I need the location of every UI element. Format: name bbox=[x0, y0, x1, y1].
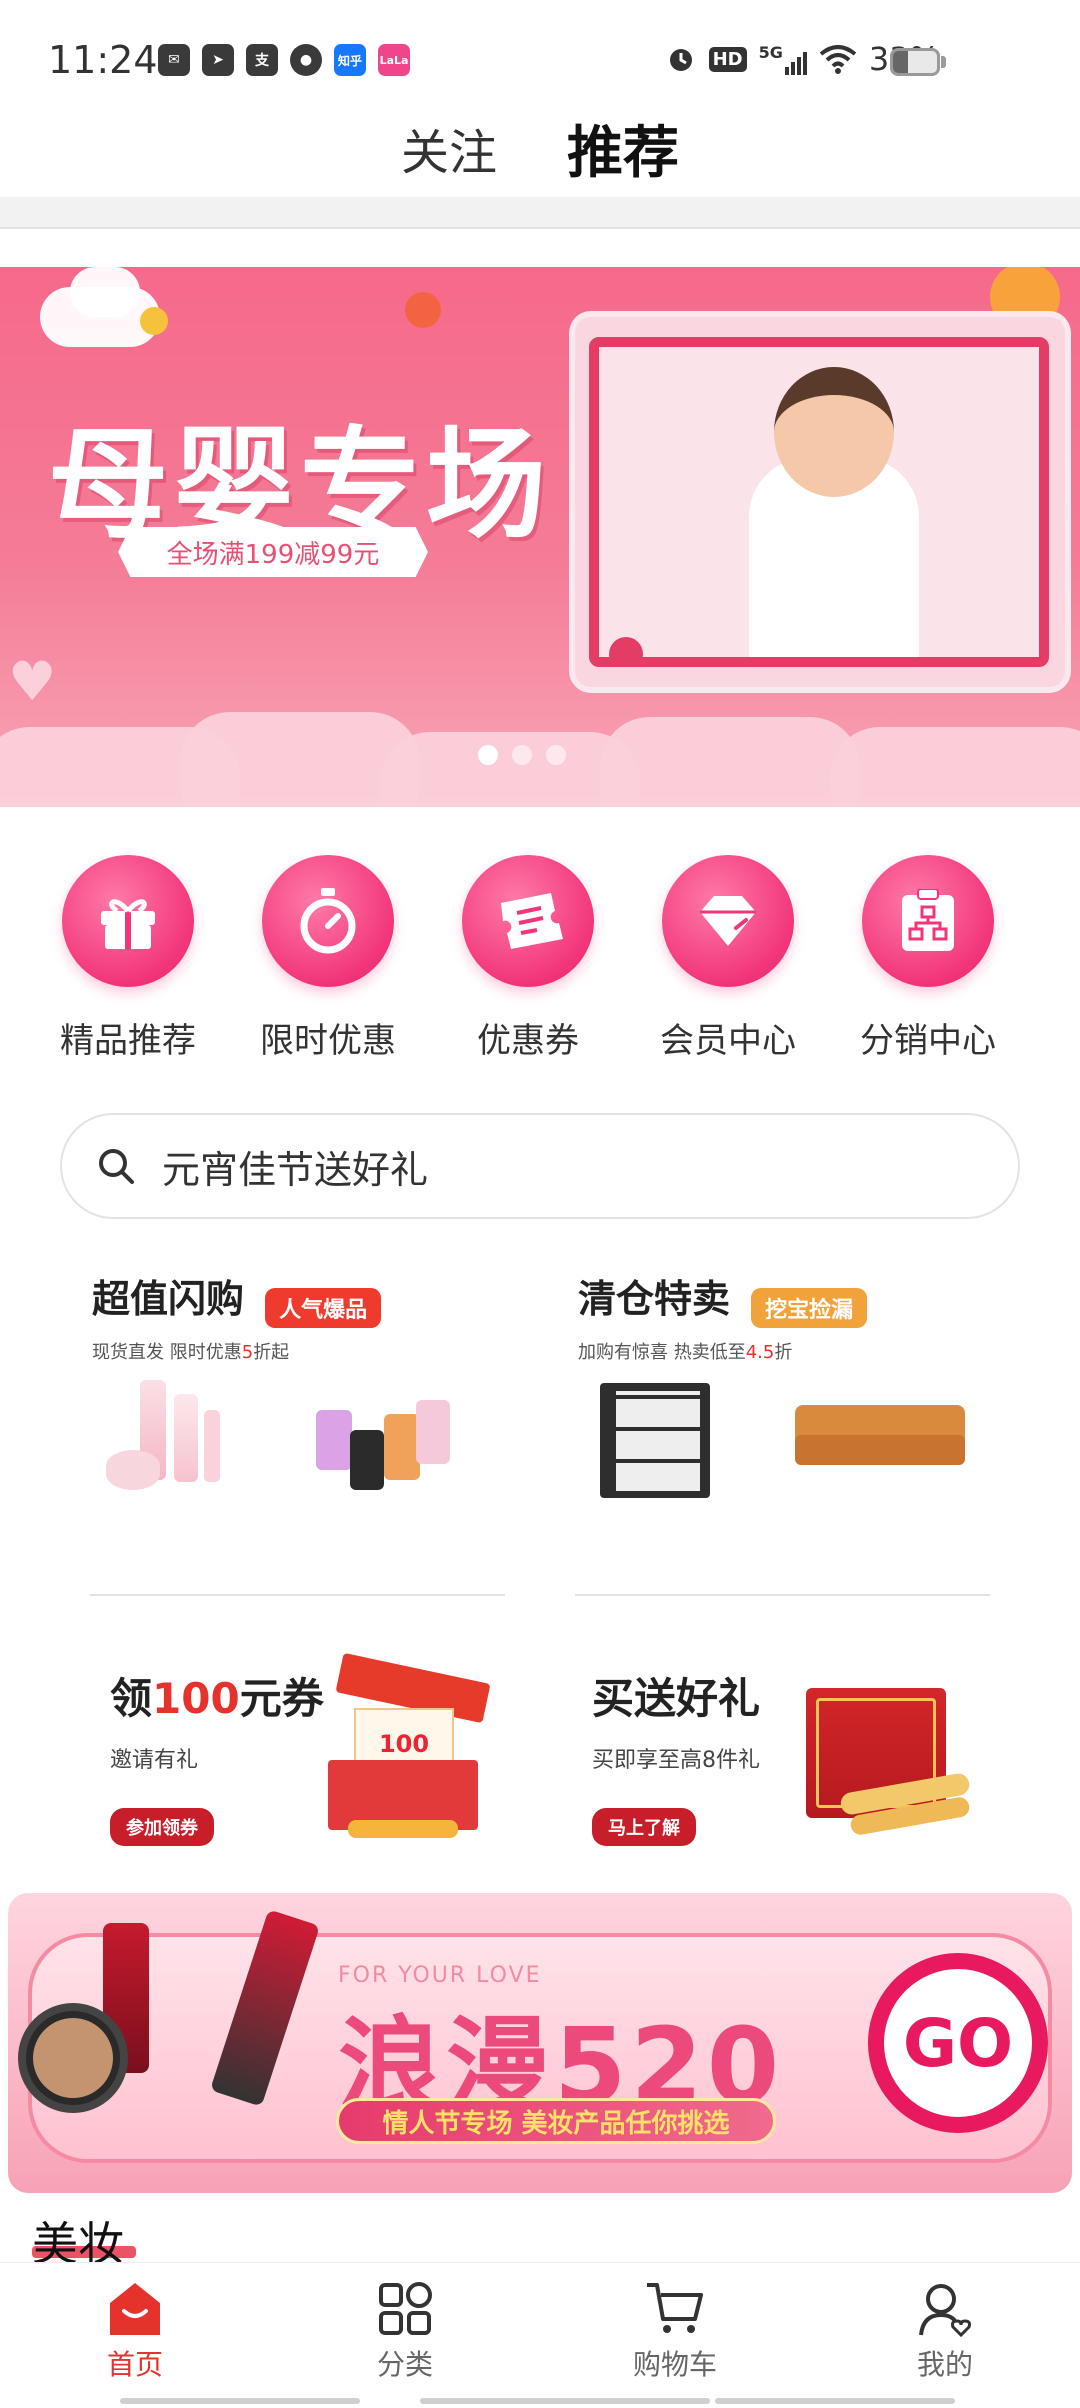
coupon-title: 领100元券 bbox=[110, 1674, 324, 1723]
nav-label: 分类 bbox=[376, 2348, 433, 2381]
promo-subtitle: 加购有惊喜 热卖低至4.5折 bbox=[578, 1341, 793, 1363]
mail-icon: ✉ bbox=[158, 44, 190, 76]
quick-item-label: 分销中心 bbox=[860, 1021, 996, 1061]
tab-recommend[interactable]: 推荐 bbox=[567, 108, 679, 189]
promo-title: 清仓特卖 bbox=[578, 1277, 731, 1321]
org-chart-icon bbox=[862, 855, 994, 987]
skincare-product-image[interactable] bbox=[100, 1380, 250, 1500]
quick-item-coupons[interactable]: 优惠券 bbox=[438, 855, 618, 1062]
perfume-product-image[interactable] bbox=[310, 1390, 460, 1500]
nav-cart[interactable]: 购物车 bbox=[595, 2281, 755, 2383]
profile-icon bbox=[919, 2284, 971, 2337]
orb-decoration bbox=[140, 307, 168, 335]
promo-tag: 人气爆品 bbox=[265, 1287, 382, 1328]
quick-item-label: 精品推荐 bbox=[60, 1021, 196, 1061]
promo-gift[interactable]: 买送好礼 买即享至高8件礼 马上了解 bbox=[592, 1665, 760, 1846]
quick-item-flash-sale[interactable]: 限时优惠 bbox=[238, 855, 418, 1062]
gift-box-icon bbox=[62, 855, 194, 987]
banner-photo bbox=[589, 337, 1049, 667]
cart-icon bbox=[647, 2283, 703, 2333]
status-bar: 11:24 ✉ ➤ 支 ● 知乎 LaLa HD 5G 33% bbox=[0, 0, 1080, 100]
hd-icon: HD bbox=[708, 46, 747, 72]
quick-item-membership[interactable]: 会员中心 bbox=[638, 855, 818, 1062]
diamond-icon bbox=[662, 855, 794, 987]
nav-label: 购物车 bbox=[632, 2348, 717, 2381]
quick-item-label: 优惠券 bbox=[477, 1021, 579, 1061]
stopwatch-icon bbox=[262, 855, 394, 987]
ticket-icon bbox=[462, 855, 594, 987]
quick-item-label: 限时优惠 bbox=[260, 1021, 396, 1061]
quick-item-distribution[interactable]: 分销中心 bbox=[838, 855, 1018, 1062]
nav-profile[interactable]: 我的 bbox=[865, 2281, 1025, 2383]
bottom-nav: 首页 分类 购物车 我的 bbox=[0, 2262, 1080, 2408]
cabinet-product-image[interactable] bbox=[600, 1383, 710, 1498]
home-icon bbox=[110, 2283, 160, 2335]
quick-item-featured[interactable]: 精品推荐 bbox=[38, 855, 218, 1062]
divider bbox=[90, 1594, 505, 1596]
search-placeholder: 元宵佳节送好礼 bbox=[162, 1147, 429, 1192]
learn-more-button[interactable]: 马上了解 bbox=[592, 1808, 696, 1846]
wifi-icon bbox=[819, 45, 857, 74]
status-app-icons: ✉ ➤ 支 ● 知乎 LaLa bbox=[158, 44, 410, 76]
search-icon bbox=[99, 1149, 134, 1184]
banner-520-ribbon: 情人节专场 美妆产品任你挑选 bbox=[336, 2098, 776, 2144]
search-input[interactable]: 元宵佳节送好礼 bbox=[60, 1113, 1020, 1219]
carousel-dot[interactable] bbox=[478, 745, 498, 765]
coupon-subtitle: 邀请有礼 bbox=[110, 1748, 199, 1773]
hero-banner[interactable]: 母婴专场 全场满199减99元 ♥ bbox=[0, 267, 1080, 807]
top-tabs: 关注 推荐 bbox=[0, 100, 1080, 196]
carousel-dots bbox=[478, 745, 566, 765]
get-coupon-button[interactable]: 参加领券 bbox=[110, 1808, 214, 1846]
lala-icon: LaLa bbox=[378, 44, 410, 76]
carousel-dot[interactable] bbox=[546, 745, 566, 765]
battery-icon bbox=[890, 48, 940, 76]
nav-home[interactable]: 首页 bbox=[55, 2281, 215, 2383]
nav-label: 我的 bbox=[916, 2348, 973, 2381]
telegram-icon: ➤ bbox=[202, 44, 234, 76]
browser-icon: ● bbox=[290, 44, 322, 76]
child-photo bbox=[774, 367, 894, 497]
romantic-520-banner[interactable]: FOR YOUR LOVE 浪漫520 情人节专场 美妆产品任你挑选 GO bbox=[8, 1893, 1072, 2193]
home-indicator bbox=[120, 2398, 360, 2404]
divider bbox=[575, 1594, 990, 1596]
coupon-giftbox-image: 100 bbox=[318, 1652, 491, 1838]
divider-band bbox=[0, 197, 1080, 229]
gift-tin-image bbox=[806, 1688, 976, 1838]
category-icon bbox=[379, 2282, 432, 2335]
signal-icon: 5G bbox=[759, 43, 807, 75]
promo-title: 超值闪购 bbox=[92, 1277, 245, 1321]
nav-category[interactable]: 分类 bbox=[325, 2281, 485, 2383]
alipay-icon: 支 bbox=[246, 44, 278, 76]
status-time: 11:24 bbox=[48, 38, 158, 82]
coupon-title: 买送好礼 bbox=[592, 1674, 761, 1723]
promo-tag: 挖宝捡漏 bbox=[751, 1287, 868, 1328]
sofa-product-image[interactable] bbox=[795, 1405, 965, 1475]
tab-follow[interactable]: 关注 bbox=[401, 113, 497, 183]
banner-photo-frame bbox=[575, 317, 1065, 687]
nav-label: 首页 bbox=[106, 2348, 163, 2381]
quick-menu: 精品推荐 限时优惠 优惠券 会员中心 分销中心 bbox=[0, 855, 1080, 1065]
banner-ribbon: 全场满199减99元 bbox=[118, 527, 428, 577]
alarm-icon bbox=[669, 49, 692, 71]
promo-coupon[interactable]: 领100元券 邀请有礼 参加领券 bbox=[110, 1665, 324, 1846]
go-button[interactable]: GO bbox=[868, 1953, 1048, 2133]
coupon-subtitle: 买即享至高8件礼 bbox=[592, 1748, 760, 1773]
zhihu-icon: 知乎 bbox=[334, 44, 366, 76]
promo-flash-sale[interactable]: 超值闪购 人气爆品 现货直发 限时优惠5折起 bbox=[92, 1268, 562, 1364]
quick-item-label: 会员中心 bbox=[660, 1021, 796, 1061]
carousel-dot[interactable] bbox=[512, 745, 532, 765]
promo-subtitle: 现货直发 限时优惠5折起 bbox=[92, 1341, 290, 1363]
heart-decoration: ♥ bbox=[8, 650, 57, 713]
promo-clearance[interactable]: 清仓特卖 挖宝捡漏 加购有惊喜 热卖低至4.5折 bbox=[578, 1268, 1048, 1364]
